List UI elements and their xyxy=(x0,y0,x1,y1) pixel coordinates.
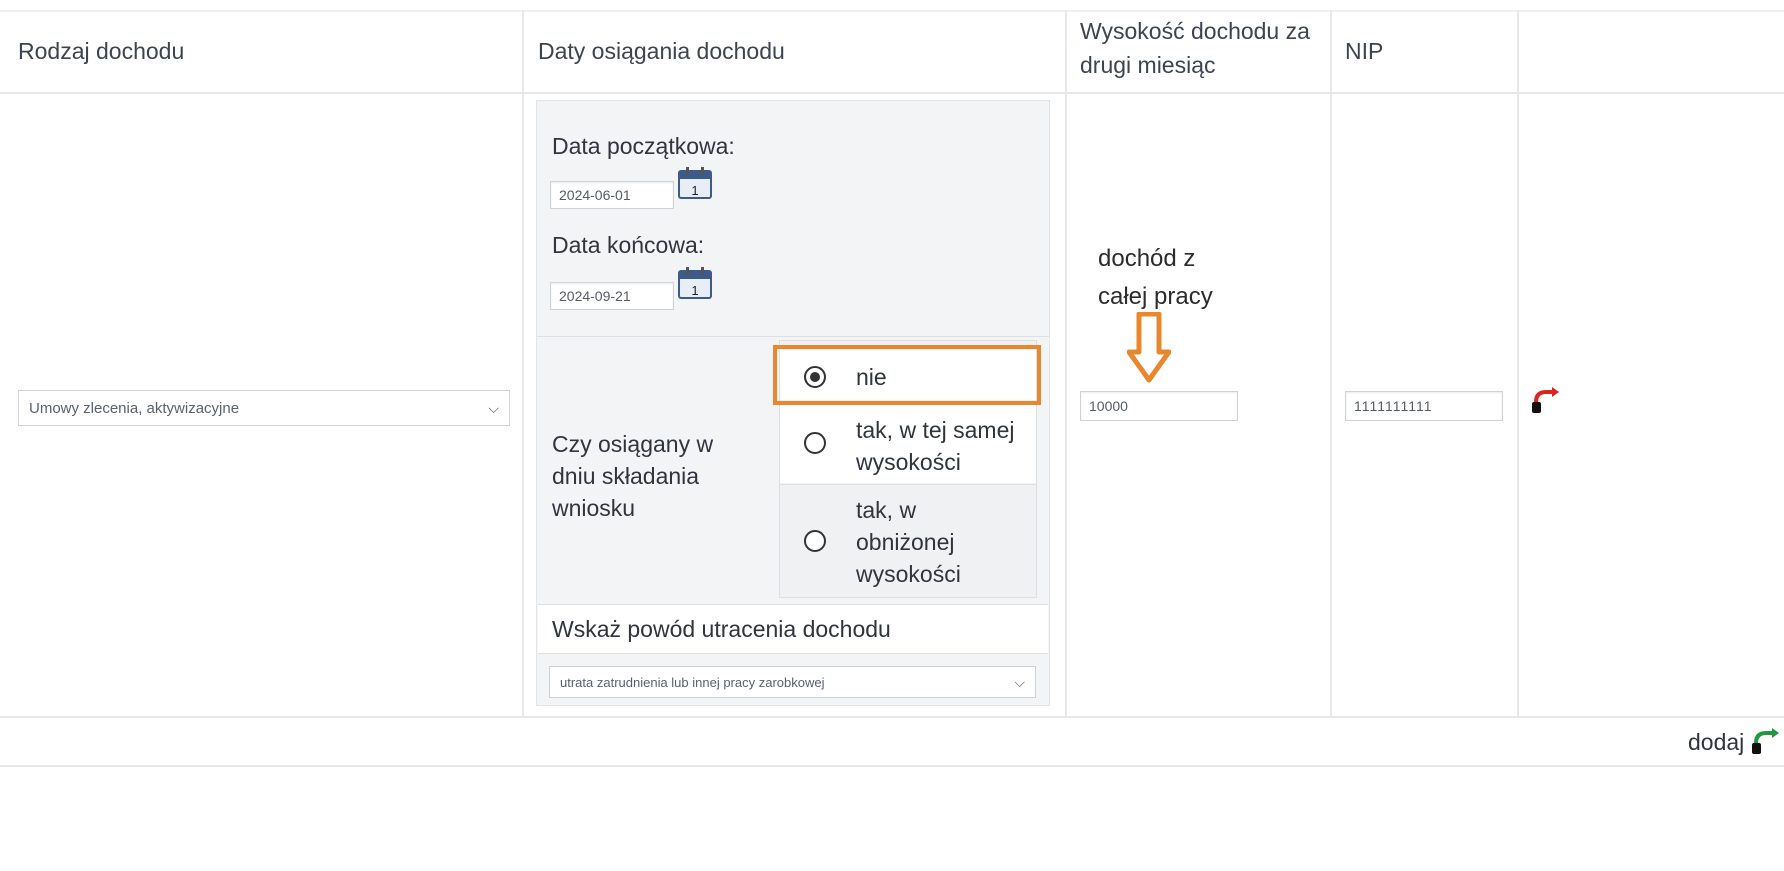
income-type-value: Umowy zlecenia, aktywizacyjne xyxy=(29,399,240,417)
col-divider-3 xyxy=(1330,10,1332,716)
start-date-input[interactable]: 2024-06-01 xyxy=(550,181,674,209)
highlight-box xyxy=(773,345,1041,405)
amount-input[interactable]: 10000 xyxy=(1080,391,1238,421)
remove-row-icon[interactable] xyxy=(1530,386,1560,416)
header-second-month-amount: Wysokość dochodu za drugi miesiąc xyxy=(1080,18,1310,78)
add-row-icon[interactable] xyxy=(1750,727,1780,757)
header-income-type: Rodzaj dochodu xyxy=(18,38,185,64)
col-divider-4 xyxy=(1517,10,1519,716)
svg-text:1: 1 xyxy=(691,183,698,198)
annotation-text: dochód z całej pracy xyxy=(1098,245,1213,310)
question-label: Czy osiągany w dniu składania wniosku xyxy=(552,431,714,521)
reason-select[interactable]: utrata zatrudnienia lub innej pracy zaro… xyxy=(549,666,1036,698)
radio-label-same-amount: tak, w tej samej wysokości xyxy=(856,417,1015,475)
down-arrow-icon xyxy=(1127,312,1171,383)
radio-label-reduced-amount: tak, w obniżonej wysokości xyxy=(856,497,961,587)
chevron-down-icon: ⌵ xyxy=(488,399,499,416)
footer-bottom-border xyxy=(0,765,1784,767)
income-type-select[interactable]: Umowy zlecenia, aktywizacyjne ⌵ xyxy=(18,390,510,426)
end-date-input[interactable]: 2024-09-21 xyxy=(550,282,674,310)
nip-input[interactable]: 1111111111 xyxy=(1345,391,1503,421)
add-label: dodaj xyxy=(1688,728,1745,755)
row-bottom-border xyxy=(0,716,1784,718)
radio-reduced-amount[interactable] xyxy=(804,530,826,552)
svg-text:1: 1 xyxy=(691,283,698,298)
header-income-dates: Daty osiągania dochodu xyxy=(538,38,785,64)
chevron-down-icon: ⌵ xyxy=(1014,673,1025,690)
calendar-icon[interactable]: 1 xyxy=(677,166,713,200)
radio-same-amount[interactable] xyxy=(804,432,826,454)
col-divider-2 xyxy=(1065,10,1067,716)
end-date-label: Data końcowa: xyxy=(552,232,705,258)
col-divider-1 xyxy=(522,10,524,716)
calendar-icon[interactable]: 1 xyxy=(677,266,713,300)
start-date-label: Data początkowa: xyxy=(552,133,735,159)
option-divider xyxy=(780,484,1036,485)
header-nip: NIP xyxy=(1345,38,1384,64)
reason-label: Wskaż powód utracenia dochodu xyxy=(552,616,891,642)
reason-value: utrata zatrudnienia lub innej pracy zaro… xyxy=(560,674,825,690)
add-row-link[interactable]: dodaj xyxy=(1688,725,1780,759)
question-top-border xyxy=(537,336,1049,337)
